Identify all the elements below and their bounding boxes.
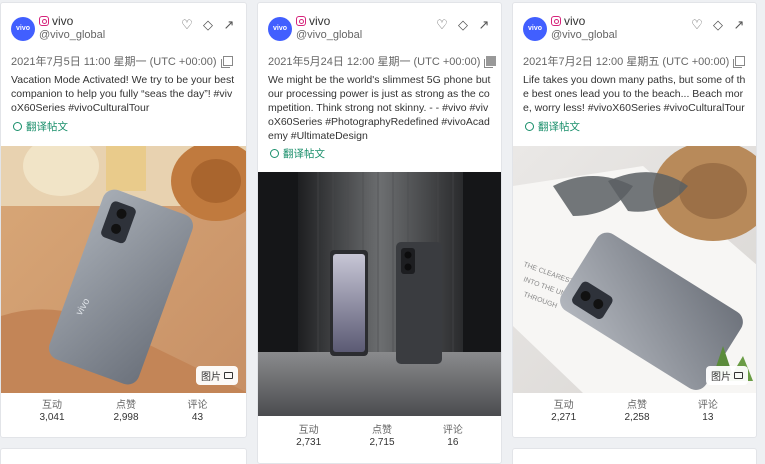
translate-link[interactable]: 翻译帖文	[13, 119, 68, 134]
gallery-icon	[224, 372, 233, 379]
stat-label: 点赞	[372, 425, 393, 436]
translate-label: 翻译帖文	[26, 121, 68, 133]
post-image[interactable]	[258, 172, 501, 416]
account-name-row: vivo	[296, 14, 330, 28]
account-handle[interactable]: @vivo_global	[39, 29, 105, 41]
globe-icon	[270, 149, 279, 158]
translate-label: 翻译帖文	[538, 121, 580, 133]
instagram-icon	[551, 16, 561, 26]
post-image[interactable]: vivo 图片	[1, 146, 246, 393]
studio-phones-photo	[258, 172, 501, 416]
share-icon[interactable]: ↗	[222, 17, 236, 33]
share-icon[interactable]: ↗	[477, 17, 491, 33]
datetime-text: 2021年7月2日 12:00 星期五 (UTC +00:00)	[523, 56, 730, 68]
translate-link[interactable]: 翻译帖文	[525, 119, 580, 134]
stat-interactions: 互动 2,731	[296, 425, 321, 449]
post-text: Vacation Mode Activated! We try to be yo…	[11, 74, 235, 114]
post-stats: 互动 2,731 点赞 2,715 评论 16	[258, 425, 501, 449]
beach-phone-photo: vivo	[1, 146, 246, 393]
tag-icon[interactable]: ◇	[201, 17, 215, 33]
tag-icon[interactable]: ◇	[711, 17, 725, 33]
instagram-icon	[296, 16, 306, 26]
image-type-badge: 图片	[196, 366, 238, 385]
account-name-row: vivo	[39, 14, 73, 28]
stat-label: 互动	[553, 400, 574, 411]
avatar[interactable]: vivo	[523, 17, 547, 41]
heart-icon[interactable]: ♡	[435, 17, 449, 33]
stat-value: 2,258	[624, 412, 650, 423]
account-name[interactable]: vivo	[52, 14, 73, 28]
account-name[interactable]: vivo	[564, 14, 585, 28]
post-card-next[interactable]	[512, 448, 757, 464]
post-actions: ♡ ◇ ↗	[180, 17, 236, 33]
stat-label: 评论	[442, 425, 463, 436]
translate-link[interactable]: 翻译帖文	[270, 146, 325, 161]
stat-value: 13	[702, 412, 714, 423]
post-grid: vivo vivo @vivo_global ♡ ◇ ↗ 2021年7月5日 1…	[0, 0, 765, 464]
post-card[interactable]: vivo vivo @vivo_global ♡ ◇ ↗ 2021年7月5日 1…	[0, 2, 247, 438]
post-datetime: 2021年7月5日 11:00 星期一 (UTC +00:00)	[11, 53, 233, 69]
book-hat-phone-photo: THE CLEAREST INTO THE UNIVERSE THROUGH	[513, 146, 756, 393]
globe-icon	[525, 122, 534, 131]
post-stats: 互动 2,271 点赞 2,258 评论 13	[513, 400, 756, 424]
post-text: Life takes you down many paths, but some…	[523, 74, 746, 114]
copy-icon[interactable]	[733, 56, 746, 68]
stat-label: 评论	[697, 400, 718, 411]
stat-label: 评论	[187, 400, 208, 411]
instagram-icon	[39, 16, 49, 26]
badge-label: 图片	[201, 372, 221, 383]
post-header: vivo vivo @vivo_global ♡ ◇ ↗	[513, 3, 756, 47]
account-handle[interactable]: @vivo_global	[296, 29, 362, 41]
stat-interactions: 互动 3,041	[39, 400, 64, 424]
account-name[interactable]: vivo	[309, 14, 330, 28]
post-card-next[interactable]	[0, 448, 247, 464]
stat-likes: 点赞 2,715	[370, 425, 395, 449]
post-datetime: 2021年7月2日 12:00 星期五 (UTC +00:00)	[523, 53, 746, 69]
stat-value: 2,731	[296, 437, 322, 448]
stat-comments: 评论 16	[443, 425, 463, 449]
avatar[interactable]: vivo	[11, 17, 35, 41]
post-card[interactable]: vivo vivo @vivo_global ♡ ◇ ↗ 2021年7月2日 1…	[512, 2, 757, 438]
stat-label: 互动	[298, 425, 319, 436]
avatar[interactable]: vivo	[268, 17, 292, 41]
datetime-text: 2021年5月24日 12:00 星期一 (UTC +00:00)	[268, 56, 481, 68]
stat-label: 互动	[42, 400, 62, 411]
badge-label: 图片	[711, 372, 731, 383]
share-icon[interactable]: ↗	[732, 17, 746, 33]
stat-comments: 评论 43	[187, 400, 207, 424]
tag-icon[interactable]: ◇	[456, 17, 470, 33]
globe-icon	[13, 122, 22, 131]
stat-value: 16	[447, 437, 459, 448]
post-actions: ♡ ◇ ↗	[435, 17, 491, 33]
stat-label: 点赞	[627, 400, 648, 411]
stat-value: 2,715	[369, 437, 395, 448]
copy-icon[interactable]	[484, 56, 497, 68]
datetime-text: 2021年7月5日 11:00 星期一 (UTC +00:00)	[11, 56, 217, 68]
post-header: vivo vivo @vivo_global ♡ ◇ ↗	[1, 3, 246, 47]
stat-value: 2,998	[113, 412, 139, 423]
image-type-badge: 图片	[706, 366, 748, 385]
stat-label: 点赞	[116, 400, 136, 411]
post-datetime: 2021年5月24日 12:00 星期一 (UTC +00:00)	[268, 53, 497, 69]
stat-likes: 点赞 2,998	[113, 400, 138, 424]
account-handle[interactable]: @vivo_global	[551, 29, 617, 41]
gallery-icon	[734, 372, 743, 379]
account-name-row: vivo	[551, 14, 585, 28]
post-actions: ♡ ◇ ↗	[690, 17, 746, 33]
post-card[interactable]: vivo vivo @vivo_global ♡ ◇ ↗ 2021年5月24日 …	[257, 2, 502, 464]
post-image[interactable]: THE CLEAREST INTO THE UNIVERSE THROUGH 图…	[513, 146, 756, 393]
post-header: vivo vivo @vivo_global ♡ ◇ ↗	[258, 3, 501, 47]
stat-value: 2,271	[551, 412, 577, 423]
post-text: We might be the world's slimmest 5G phon…	[268, 74, 491, 142]
heart-icon[interactable]: ♡	[690, 17, 704, 33]
stat-interactions: 互动 2,271	[551, 400, 576, 424]
stat-likes: 点赞 2,258	[625, 400, 650, 424]
heart-icon[interactable]: ♡	[180, 17, 194, 33]
post-stats: 互动 3,041 点赞 2,998 评论 43	[1, 400, 246, 424]
stat-value: 43	[191, 412, 204, 423]
stat-comments: 评论 13	[698, 400, 718, 424]
copy-icon[interactable]	[220, 56, 233, 68]
stat-value: 3,041	[39, 412, 65, 423]
translate-label: 翻译帖文	[283, 148, 325, 160]
